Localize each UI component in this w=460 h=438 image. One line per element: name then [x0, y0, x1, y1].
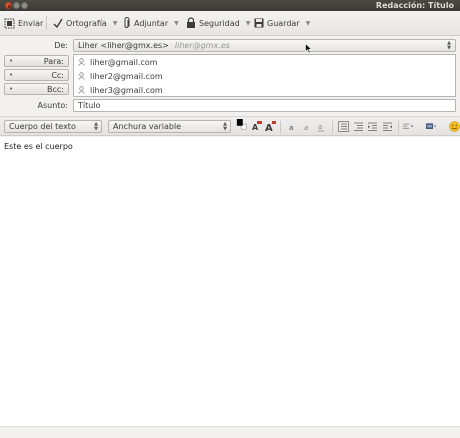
svg-text:a: a [289, 124, 294, 132]
combo-arrows-icon: ▲ ▼ [447, 40, 451, 51]
save-button[interactable]: Guardar ▼ [254, 16, 310, 30]
status-bar [0, 426, 460, 438]
numbered-list-icon[interactable] [353, 121, 364, 132]
from-value: Liher <liher@gmx.es> [78, 41, 169, 50]
chevron-down-icon[interactable]: ▼ [113, 20, 118, 27]
recipient-row[interactable]: liher@gmail.com [74, 55, 455, 69]
contact-icon [78, 72, 85, 80]
recipient-row[interactable]: liher2@gmail.com [74, 69, 455, 83]
paperclip-icon [124, 17, 130, 28]
insert-icon[interactable] [426, 121, 437, 132]
bold-icon[interactable]: a [287, 121, 298, 132]
font-smaller-icon[interactable]: A [251, 121, 262, 132]
spelling-label: Ortografía [66, 18, 107, 28]
svg-text:A: A [252, 123, 259, 132]
combo-arrows-icon: ▲ ▼ [223, 121, 227, 132]
text-color-icon[interactable] [236, 119, 247, 130]
smiley-icon[interactable] [449, 121, 460, 132]
recipient-type-label: Para: [43, 57, 64, 66]
align-icon[interactable] [403, 121, 414, 132]
recipient-address: liher@gmail.com [90, 57, 158, 67]
main-toolbar: Enviar Ortografía ▼ Adjuntar ▼ Seguridad… [0, 11, 460, 36]
security-button[interactable]: Seguridad ▼ [186, 16, 250, 30]
recipient-type-bcc[interactable]: • Bcc: [4, 83, 69, 95]
svg-text:A: A [265, 123, 273, 132]
contact-icon [78, 58, 85, 66]
send-label: Enviar [18, 18, 44, 28]
spellcheck-icon [53, 18, 63, 28]
recipients-list: liher@gmail.com liher2@gmail.com liher3@… [73, 54, 456, 97]
attach-label: Adjuntar [134, 18, 169, 28]
spelling-button[interactable]: Ortografía ▼ [53, 16, 117, 30]
message-body-editor[interactable]: Este es el cuerpo [0, 137, 460, 426]
subject-label: Asunto: [37, 101, 68, 110]
chevron-down-icon[interactable]: ▼ [306, 20, 311, 27]
combo-arrows-icon: ▲ ▼ [94, 121, 98, 132]
toolbar-separator [332, 121, 333, 133]
from-label: De: [54, 41, 68, 50]
security-label: Seguridad [199, 18, 240, 28]
subject-input[interactable]: Título [73, 99, 456, 112]
close-icon[interactable] [5, 2, 12, 9]
recipient-type-label: Cc: [51, 71, 64, 80]
save-label: Guardar [267, 18, 300, 28]
indent-icon[interactable] [382, 121, 393, 132]
toolbar-separator [46, 16, 47, 30]
recipient-type-cc[interactable]: • Cc: [4, 69, 69, 81]
from-hint: liher@gmx.es [174, 41, 230, 50]
svg-text:a: a [304, 124, 308, 132]
italic-icon[interactable]: a [302, 121, 313, 132]
font-select[interactable]: Anchura variable ▲ ▼ [108, 120, 231, 133]
title-bar: Redacción: Título [0, 0, 460, 11]
dropdown-dot-icon: • [9, 85, 14, 93]
window-title: Redacción: Título [375, 1, 454, 10]
send-icon [4, 18, 15, 28]
paragraph-style-select[interactable]: Cuerpo del texto ▲ ▼ [4, 120, 102, 133]
bullet-list-icon[interactable] [338, 121, 349, 132]
toolbar-separator [398, 121, 399, 133]
underline-icon[interactable]: a [316, 121, 327, 132]
svg-text:a: a [318, 123, 322, 131]
font-larger-icon[interactable]: A [265, 121, 276, 132]
recipient-address: liher2@gmail.com [90, 71, 163, 81]
maximize-icon[interactable] [21, 2, 28, 9]
paragraph-style-value: Cuerpo del texto [9, 122, 76, 131]
recipient-type-to[interactable]: • Para: [4, 55, 69, 67]
minimize-icon[interactable] [13, 2, 20, 9]
font-value: Anchura variable [113, 122, 182, 131]
recipient-row[interactable]: liher3@gmail.com [74, 83, 455, 97]
chevron-down-icon[interactable]: ▼ [174, 20, 179, 27]
contact-icon [78, 86, 85, 94]
floppy-icon [254, 18, 264, 28]
recipient-address: liher3@gmail.com [90, 85, 163, 95]
message-body-text: Este es el cuerpo [4, 142, 73, 151]
recipient-type-label: Bcc: [47, 85, 64, 94]
format-toolbar: Cuerpo del texto ▲ ▼ Anchura variable ▲ ▼ … [0, 116, 460, 136]
attach-button[interactable]: Adjuntar ▼ [123, 16, 179, 30]
chevron-down-icon[interactable]: ▼ [246, 20, 251, 27]
dropdown-dot-icon: • [9, 71, 14, 79]
dropdown-dot-icon: • [9, 57, 14, 65]
from-select[interactable]: Liher <liher@gmx.es> liher@gmx.es ▲ ▼ [73, 39, 456, 52]
outdent-icon[interactable] [367, 121, 378, 132]
mouse-pointer-icon [305, 43, 313, 54]
send-button[interactable]: Enviar [4, 16, 43, 30]
lock-icon [187, 17, 195, 28]
toolbar-separator [280, 121, 281, 133]
